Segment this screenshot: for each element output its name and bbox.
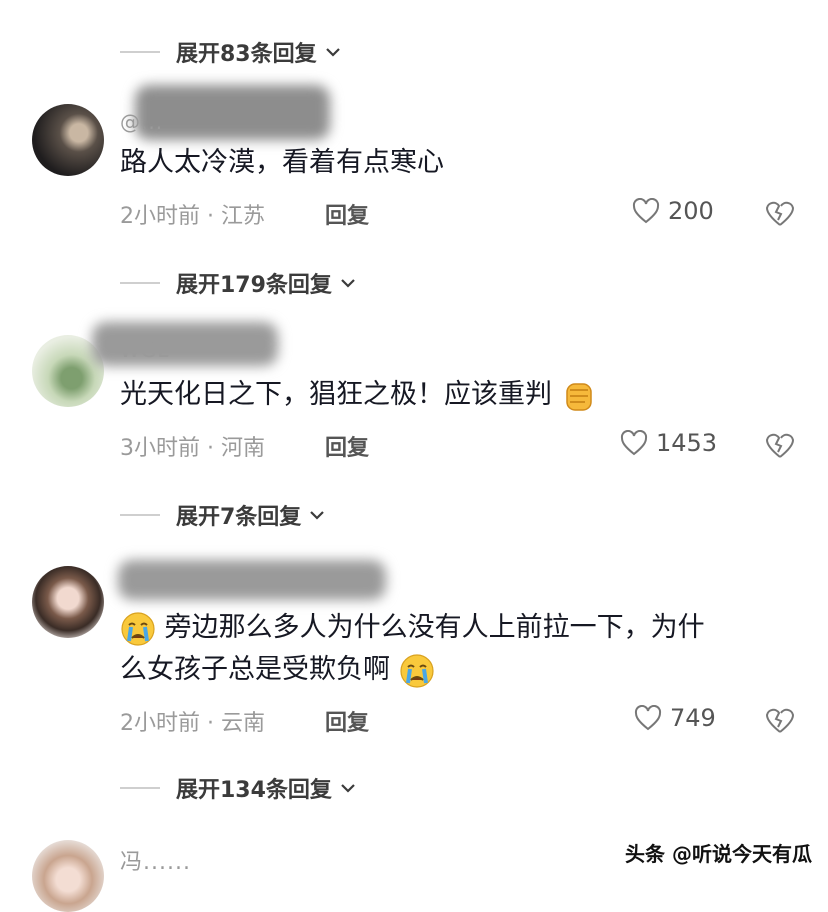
comment-username[interactable]: 冯...... (120, 844, 191, 876)
divider-line (120, 787, 160, 789)
comment-username[interactable]: WGL (120, 338, 169, 362)
redacted-username-blur (118, 560, 386, 600)
avatar[interactable] (32, 840, 104, 912)
comment-time-location: 2小时前 · 云南 (120, 711, 265, 736)
expand-replies-label: 展开179条回复 (176, 273, 332, 298)
expand-replies-4[interactable]: 展开134条回复 (120, 768, 358, 808)
divider-line (120, 51, 160, 53)
broken-heart-icon[interactable] (765, 431, 795, 459)
redacted-username-blur (135, 85, 330, 140)
expand-replies-label: 展开83条回复 (176, 42, 317, 67)
divider-line (120, 282, 160, 284)
reply-button[interactable]: 回复 (325, 198, 369, 230)
reply-button[interactable]: 回复 (325, 430, 369, 462)
crying-emoji (399, 653, 434, 688)
comment-text-line: 么女孩子总是受欺负啊 (120, 649, 800, 691)
like-count: 1453 (656, 429, 718, 457)
chevron-down-icon (341, 279, 355, 288)
reply-button[interactable]: 回复 (325, 705, 369, 737)
comment-text: 路人太冷漠，看着有点寒心 (120, 147, 444, 178)
comment-time-location: 3小时前 · 河南 (120, 436, 265, 461)
comment-text-body: 么女孩子总是受欺负啊 (120, 654, 390, 685)
comment-text: 旁边那么多人为什么没有人上前拉一下，为什 么女孩子总是受欺负啊 (120, 607, 800, 691)
comment-time-location: 2小时前 · 江苏 (120, 204, 265, 229)
avatar[interactable] (32, 566, 104, 638)
like-button[interactable]: 200 (632, 197, 714, 225)
expand-replies-1[interactable]: 展开83条回复 (120, 32, 343, 72)
comment-text: 光天化日之下，猖狂之极！应该重判 (120, 374, 800, 416)
chevron-down-icon (341, 784, 355, 793)
chevron-down-icon (310, 511, 325, 520)
heart-icon (632, 198, 660, 224)
like-count: 200 (668, 197, 714, 225)
expand-replies-label: 展开7条回复 (176, 505, 302, 530)
avatar[interactable] (32, 104, 104, 176)
broken-heart-icon[interactable] (765, 199, 795, 227)
expand-replies-2[interactable]: 展开179条回复 (120, 263, 358, 303)
heart-icon (620, 430, 648, 456)
heart-icon (634, 705, 662, 731)
comment-text-body: 旁边那么多人为什么没有人上前拉一下，为什 (164, 612, 705, 643)
fist-emoji (565, 382, 592, 411)
expand-replies-label: 展开134条回复 (176, 778, 332, 803)
like-button[interactable]: 1453 (620, 429, 717, 457)
comment-text-line: 旁边那么多人为什么没有人上前拉一下，为什 (120, 607, 800, 649)
watermark: 头条 @听说今天有瓜 (625, 842, 812, 866)
comment-text-body: 光天化日之下，猖狂之极！应该重判 (120, 379, 552, 410)
crying-emoji (121, 611, 155, 646)
like-button[interactable]: 749 (634, 704, 716, 732)
broken-heart-icon[interactable] (765, 706, 795, 734)
comment-username[interactable]: @... (120, 110, 163, 134)
expand-replies-3[interactable]: 展开7条回复 (120, 495, 327, 535)
like-count: 749 (670, 704, 716, 732)
divider-line (120, 514, 160, 516)
chevron-down-icon (325, 48, 340, 57)
